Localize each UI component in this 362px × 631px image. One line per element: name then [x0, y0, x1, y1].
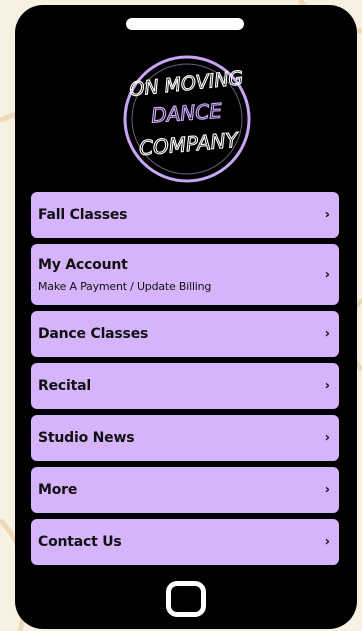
menu-item-contact-us[interactable]: Contact Us › — [31, 519, 339, 565]
menu-item-title: Recital — [38, 378, 91, 394]
chevron-right-icon: › — [324, 326, 330, 342]
chevron-right-icon: › — [324, 207, 330, 223]
chevron-right-icon: › — [324, 482, 330, 498]
phone-speaker — [126, 18, 244, 30]
menu-item-more[interactable]: More › — [31, 467, 339, 513]
menu-item-studio-news[interactable]: Studio News › — [31, 415, 339, 461]
menu-item-title: My Account — [38, 256, 128, 273]
menu-item-title: Contact Us — [38, 534, 122, 550]
logo-line-2: DANCE — [150, 99, 223, 128]
chevron-right-icon: › — [324, 534, 330, 550]
menu-item-title: Dance Classes — [38, 326, 149, 342]
menu-item-fall-classes[interactable]: Fall Classes › — [31, 192, 339, 238]
home-button-icon[interactable] — [166, 581, 206, 617]
menu-item-title: Fall Classes — [38, 207, 128, 223]
menu-item-subtitle: Make A Payment / Update Billing — [38, 279, 212, 293]
menu-item-my-account[interactable]: My Account Make A Payment / Update Billi… — [31, 244, 339, 305]
logo-line-3: COMPANY — [138, 128, 240, 161]
phone-frame: ON MOVING DANCE COMPANY Fall Classes › M… — [15, 5, 357, 629]
menu-item-recital[interactable]: Recital › — [31, 363, 339, 409]
dance-company-logo: ON MOVING DANCE COMPANY — [123, 55, 251, 183]
menu-item-title: Studio News — [38, 430, 135, 446]
menu-item-dance-classes[interactable]: Dance Classes › — [31, 311, 339, 357]
chevron-right-icon: › — [324, 430, 330, 446]
main-menu: Fall Classes › My Account Make A Payment… — [31, 192, 339, 571]
chevron-right-icon: › — [324, 378, 330, 394]
menu-item-title: More — [38, 482, 78, 498]
chevron-right-icon: › — [324, 267, 330, 282]
